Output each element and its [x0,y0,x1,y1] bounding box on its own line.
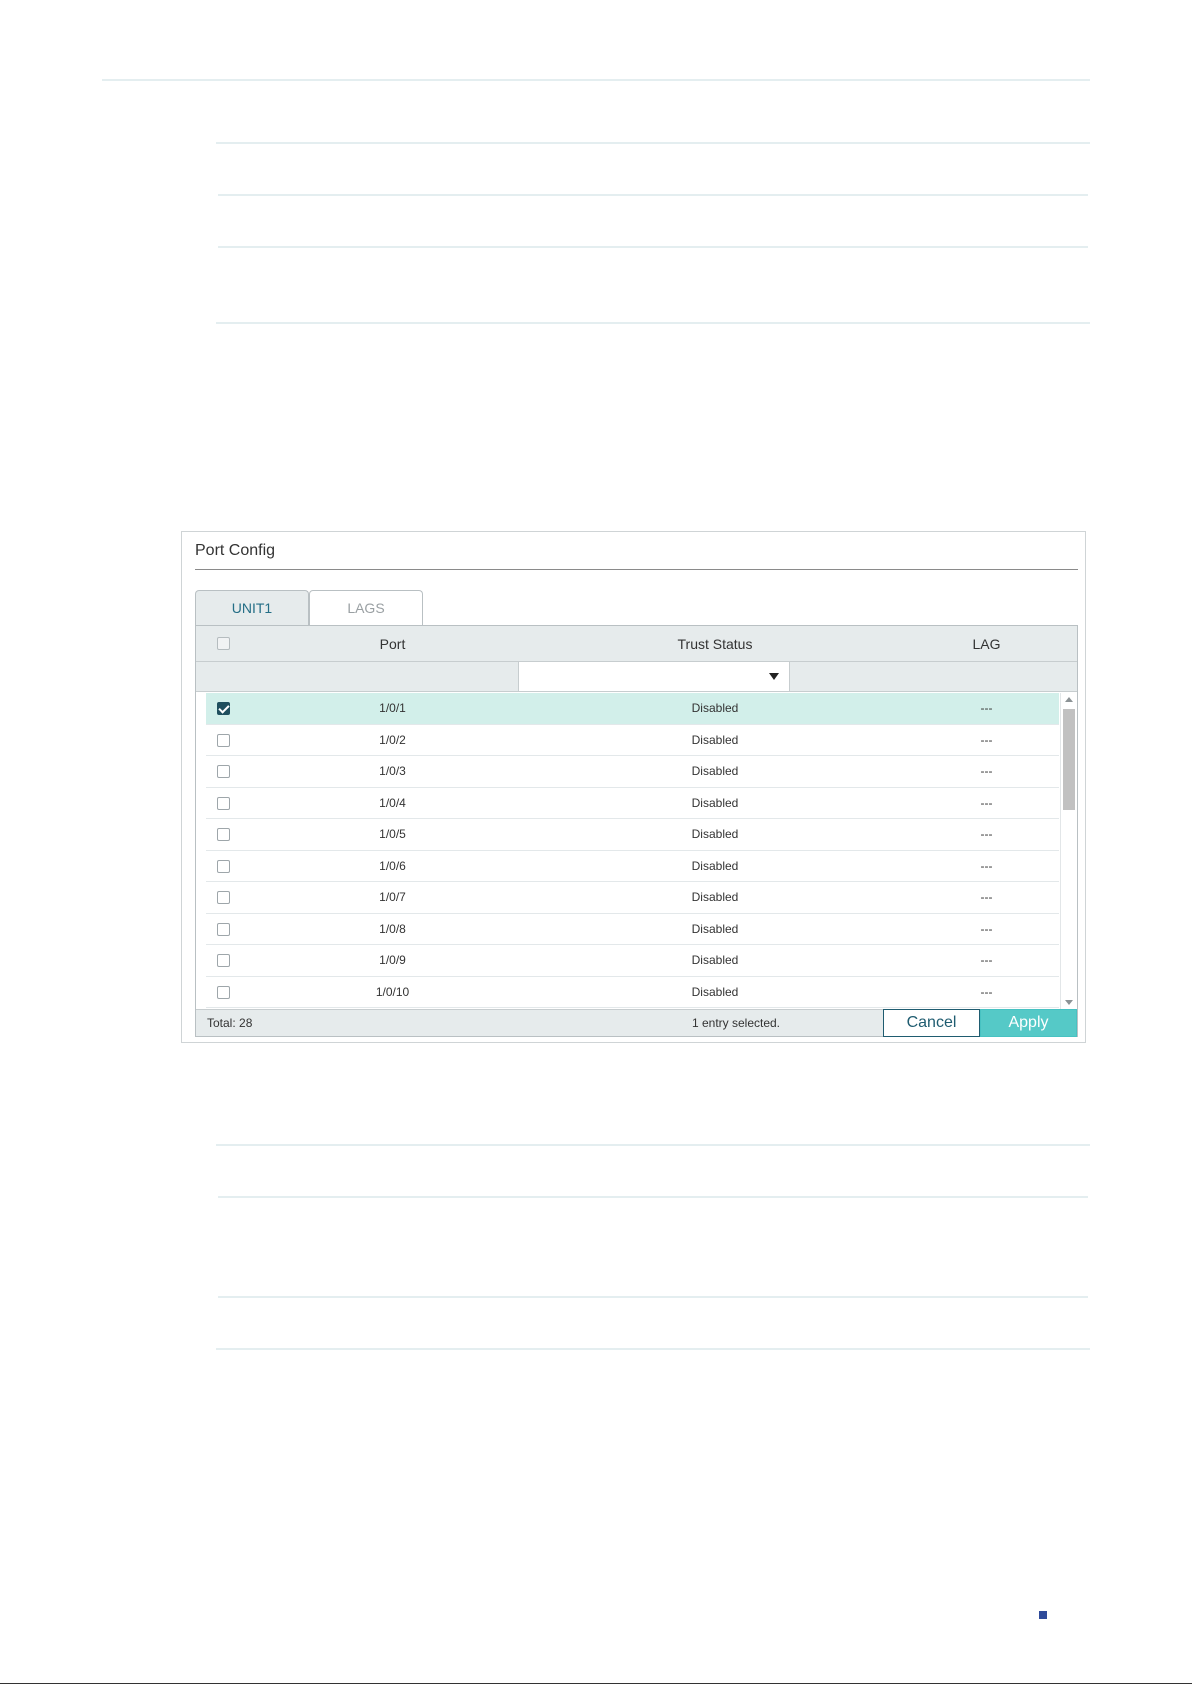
total-count: Total: 28 [207,1016,253,1030]
caret-down-icon [769,673,779,680]
trust-status-cell: Disabled [691,858,739,873]
table-row[interactable]: 1/0/3 Disabled --- [206,756,1059,788]
page-bottom-rule [0,1683,1192,1684]
port-table: Port Trust Status LAG 1/0/1 Disabled ---… [195,625,1078,1037]
scroll-up-arrow-icon[interactable] [1065,697,1073,702]
table-row[interactable]: 1/0/10 Disabled --- [206,977,1059,1008]
table-row[interactable]: 1/0/4 Disabled --- [206,788,1059,819]
table-scrollbar[interactable] [1060,693,1077,1009]
page-marker-icon [1039,1611,1047,1619]
section-rule-1 [216,142,1090,144]
page-header-rule [102,79,1090,81]
port-cell: 1/0/4 [379,795,406,810]
lag-cell: --- [980,701,993,715]
table-row[interactable]: 1/0/6 Disabled --- [206,851,1059,882]
lag-cell: --- [980,921,993,936]
table-row[interactable]: 1/0/7 Disabled --- [206,882,1059,914]
trust-status-cell: Disabled [691,827,739,841]
trust-status-cell: Disabled [691,984,739,999]
lag-cell: --- [980,732,993,747]
port-cell: 1/0/8 [379,921,406,936]
port-cell: 1/0/7 [379,890,406,904]
panel-title: Port Config [195,542,276,559]
table-header: Port Trust Status LAG [196,626,1077,662]
scrollbar-thumb[interactable] [1063,709,1075,810]
section-rule-7 [218,1296,1088,1298]
panel-title-divider [195,569,1078,570]
column-header-lag: LAG [972,636,1001,652]
port-cell: 1/0/5 [379,827,406,841]
trust-status-cell: Disabled [691,921,739,936]
table-row[interactable]: 1/0/1 Disabled --- [206,693,1059,725]
port-cell: 1/0/6 [379,858,406,873]
port-cell: 1/0/2 [379,732,406,747]
lag-cell: --- [980,827,993,841]
table-row[interactable]: 1/0/2 Disabled --- [206,725,1059,756]
port-cell: 1/0/3 [379,764,406,778]
port-config-panel: Port Config UNIT1 LAGS Port Trust Status… [181,531,1086,1043]
trust-status-cell: Disabled [691,890,739,904]
trust-status-filter-select[interactable] [518,662,790,691]
trust-status-cell: Disabled [691,953,739,967]
section-rule-8 [216,1348,1090,1350]
section-rule-5 [216,1144,1090,1146]
section-rule-6 [218,1196,1088,1198]
table-row[interactable]: 1/0/8 Disabled --- [206,914,1059,945]
port-cell: 1/0/1 [379,701,406,715]
lag-cell: --- [980,984,993,999]
section-rule-2 [218,194,1088,196]
table-row[interactable]: 1/0/9 Disabled --- [206,945,1059,977]
trust-status-cell: Disabled [691,795,739,810]
tab-unit1[interactable]: UNIT1 [195,590,309,625]
trust-status-cell: Disabled [691,701,739,715]
port-cell: 1/0/10 [375,984,410,999]
lag-cell: --- [980,953,993,967]
column-header-port: Port [379,636,406,652]
table-body: 1/0/1 Disabled --- 1/0/2 Disabled --- 1/… [206,693,1059,1009]
section-rule-4 [216,322,1090,324]
section-rule-3 [218,246,1088,248]
lag-cell: --- [980,858,993,873]
selection-status: 1 entry selected. [691,1016,781,1030]
port-cell: 1/0/9 [379,953,406,967]
apply-button[interactable]: Apply [980,1009,1077,1037]
table-row[interactable]: 1/0/5 Disabled --- [206,819,1059,851]
scroll-down-arrow-icon[interactable] [1065,1000,1073,1005]
lag-cell: --- [980,764,993,778]
column-header-trust-status: Trust Status [677,636,753,652]
cancel-button[interactable]: Cancel [883,1009,980,1037]
lag-cell: --- [980,795,993,810]
trust-status-cell: Disabled [691,732,739,747]
table-footer: Total: 28 1 entry selected. Cancel Apply [196,1009,1077,1037]
tab-lags[interactable]: LAGS [309,590,423,625]
filter-row [196,662,1077,692]
trust-status-cell: Disabled [691,764,739,778]
lag-cell: --- [980,890,993,904]
